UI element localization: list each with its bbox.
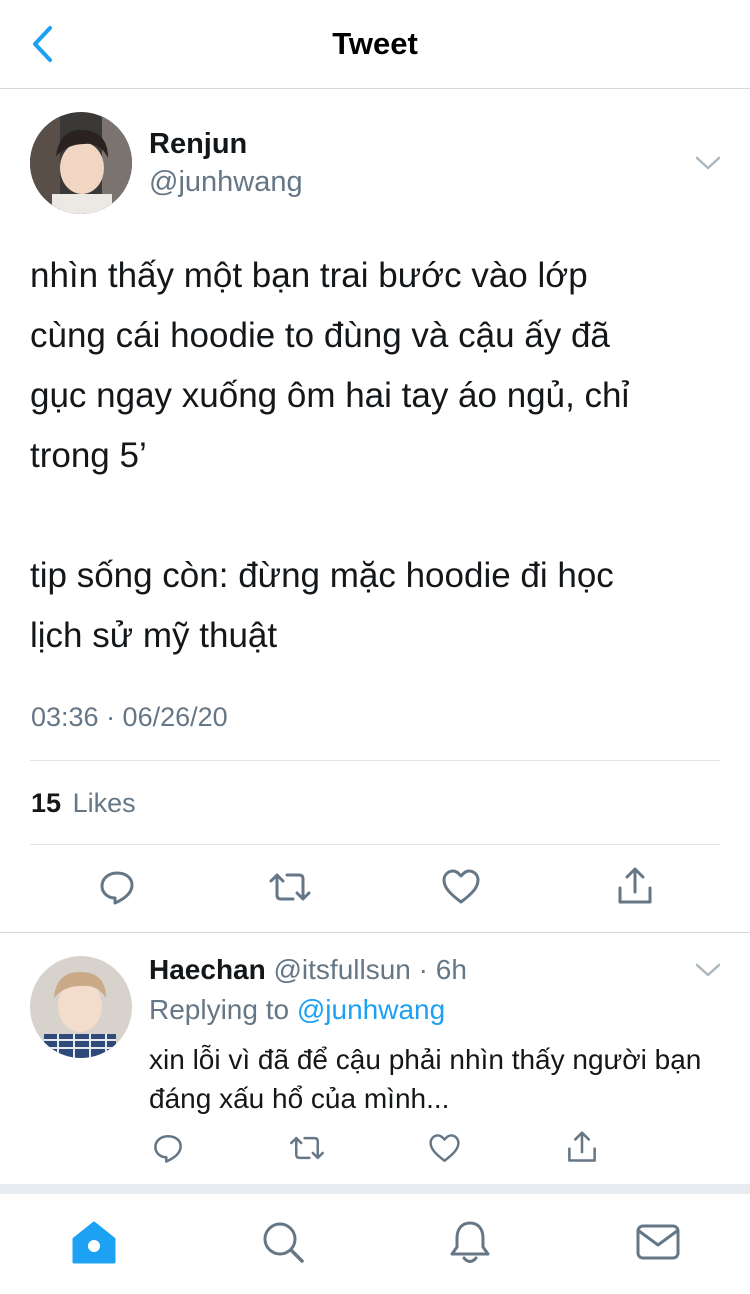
like-icon [428,1133,460,1162]
chevron-down-icon[interactable] [694,961,722,979]
likes-label: Likes [72,788,136,818]
retweet-button[interactable] [266,866,314,908]
reply-avatar[interactable] [30,956,132,1058]
retweet-icon [290,1136,324,1160]
reply-button[interactable] [96,866,138,908]
reply-icon [154,1134,182,1163]
divider [30,844,720,845]
reply-like-button[interactable] [426,1130,462,1166]
notifications-icon [450,1221,490,1263]
reply-author-handle[interactable]: @itsfullsun [274,954,411,985]
page-title: Tweet [332,26,418,61]
avatar[interactable] [30,112,132,214]
search-icon [263,1222,304,1263]
like-icon [442,869,480,904]
replying-mention-link[interactable]: @junhwang [297,994,445,1025]
tab-home[interactable] [70,1218,118,1266]
reply-time: · 6h [418,954,467,985]
share-icon [618,867,652,904]
retweet-icon [269,873,311,901]
like-button[interactable] [440,866,482,908]
replying-to: Replying to @junhwang [149,994,445,1026]
reply-retweet-button[interactable] [287,1130,327,1166]
likes-count[interactable]: 15 Likes [31,788,136,819]
divider [0,932,750,933]
tweet-text: nhìn thấy một bạn trai bước vào lớp cùng… [30,256,630,655]
likes-number: 15 [31,788,62,818]
share-button[interactable] [614,864,656,908]
author-name[interactable]: Renjun [149,128,247,161]
author-handle[interactable]: @junhwang [149,166,303,199]
tab-notifications[interactable] [446,1218,494,1266]
reply-author-name[interactable]: Haechan [149,954,266,985]
reply-header: Haechan @itsfullsun · 6h [149,954,467,986]
bottom-tab-bar [0,1184,750,1294]
reply-text: xin lỗi vì đã để cậu phải nhìn thấy ngườ… [149,1044,702,1114]
chevron-down-icon[interactable] [694,154,722,172]
replying-prefix: Replying to [149,994,290,1025]
home-icon [72,1221,116,1264]
tweet-timestamp: 03:36 · 06/26/20 [31,702,228,732]
tab-search[interactable] [259,1218,307,1266]
messages-icon [636,1224,680,1260]
reply-share-button[interactable] [564,1128,600,1166]
share-icon [568,1131,596,1162]
divider [30,760,720,761]
tab-messages[interactable] [634,1218,682,1266]
reply-icon [100,871,134,905]
reply-reply-button[interactable] [150,1130,186,1166]
top-nav-bar: Tweet [0,0,750,89]
